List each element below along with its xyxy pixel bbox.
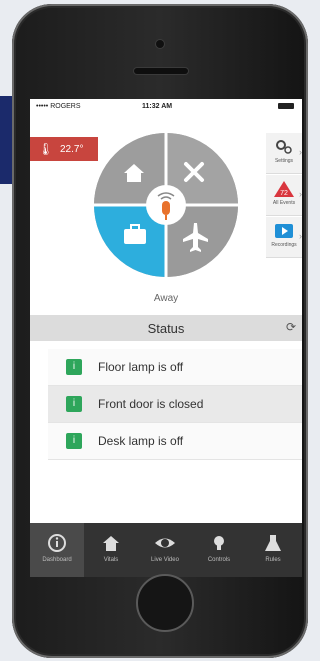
eye-icon	[155, 538, 175, 548]
all-events-label: All Events	[272, 200, 296, 206]
tab-label: Controls	[207, 557, 231, 563]
temperature-value: 22.7°	[60, 144, 84, 155]
all-events-button[interactable]: 72 All Events ›	[266, 175, 302, 216]
settings-label: Settings	[274, 158, 294, 164]
bulb-icon	[214, 536, 224, 550]
gear-icon	[276, 140, 292, 154]
info-badge-icon: i	[66, 396, 82, 412]
tab-dashboard[interactable]: Dashboard	[30, 523, 84, 577]
bottom-tab-bar: Dashboard Vitals Live Video Controls Rul…	[30, 523, 302, 577]
play-icon	[275, 224, 293, 238]
chevron-right-icon: ›	[299, 147, 302, 157]
clock: 11:32 AM	[142, 103, 173, 110]
status-item-text: Front door is closed	[98, 397, 204, 411]
house-icon	[103, 536, 119, 551]
tab-vitals[interactable]: Vitals	[84, 523, 138, 577]
refresh-icon[interactable]: ⟳	[286, 320, 296, 334]
recordings-label: Recordings	[271, 242, 297, 248]
tab-live-video[interactable]: Live Video	[138, 523, 192, 577]
tab-rules[interactable]: Rules	[246, 523, 300, 577]
info-badge-icon: i	[66, 359, 82, 375]
settings-button[interactable]: Settings ›	[266, 133, 302, 174]
temperature-badge[interactable]: 🌡 22.7°	[30, 137, 98, 161]
info-icon	[48, 534, 66, 552]
tab-label: Dashboard	[42, 557, 72, 563]
status-item[interactable]: i Floor lamp is off	[48, 349, 302, 386]
battery-icon	[278, 103, 294, 109]
recordings-button[interactable]: Recordings ›	[266, 217, 302, 258]
thermometer-icon: 🌡	[38, 142, 54, 156]
status-item[interactable]: i Front door is closed	[48, 386, 302, 423]
carrier-label: ••••• ROGERS	[36, 103, 81, 110]
front-camera	[156, 40, 164, 48]
home-button[interactable]	[136, 574, 194, 632]
earpiece-speaker	[134, 68, 188, 74]
chevron-right-icon: ›	[299, 189, 302, 199]
mode-wheel	[94, 133, 238, 277]
tab-label: Vitals	[103, 557, 119, 563]
info-badge-icon: i	[66, 433, 82, 449]
tab-label: Rules	[265, 557, 281, 563]
alerts-count: 72	[280, 190, 288, 197]
tab-label: Live Video	[151, 557, 179, 563]
alert-triangle-icon: 72	[274, 181, 294, 197]
chevron-right-icon: ›	[299, 231, 302, 241]
tab-controls[interactable]: Controls	[192, 523, 246, 577]
flask-icon	[265, 535, 281, 551]
status-header: Status ⟳	[30, 315, 302, 341]
status-bar: ••••• ROGERS 11:32 AM	[30, 99, 302, 115]
status-list: i Floor lamp is off i Front door is clos…	[48, 349, 302, 460]
status-item[interactable]: i Desk lamp is off	[48, 423, 302, 460]
status-item-text: Desk lamp is off	[98, 434, 184, 448]
phone-frame: ••••• ROGERS 11:32 AM 🌡 22.7° Away Setti…	[12, 4, 308, 658]
status-title: Status	[147, 321, 185, 336]
status-item-text: Floor lamp is off	[98, 360, 184, 374]
current-mode-label: Away	[153, 293, 179, 304]
app-screen: ••••• ROGERS 11:32 AM 🌡 22.7° Away Setti…	[30, 99, 302, 577]
